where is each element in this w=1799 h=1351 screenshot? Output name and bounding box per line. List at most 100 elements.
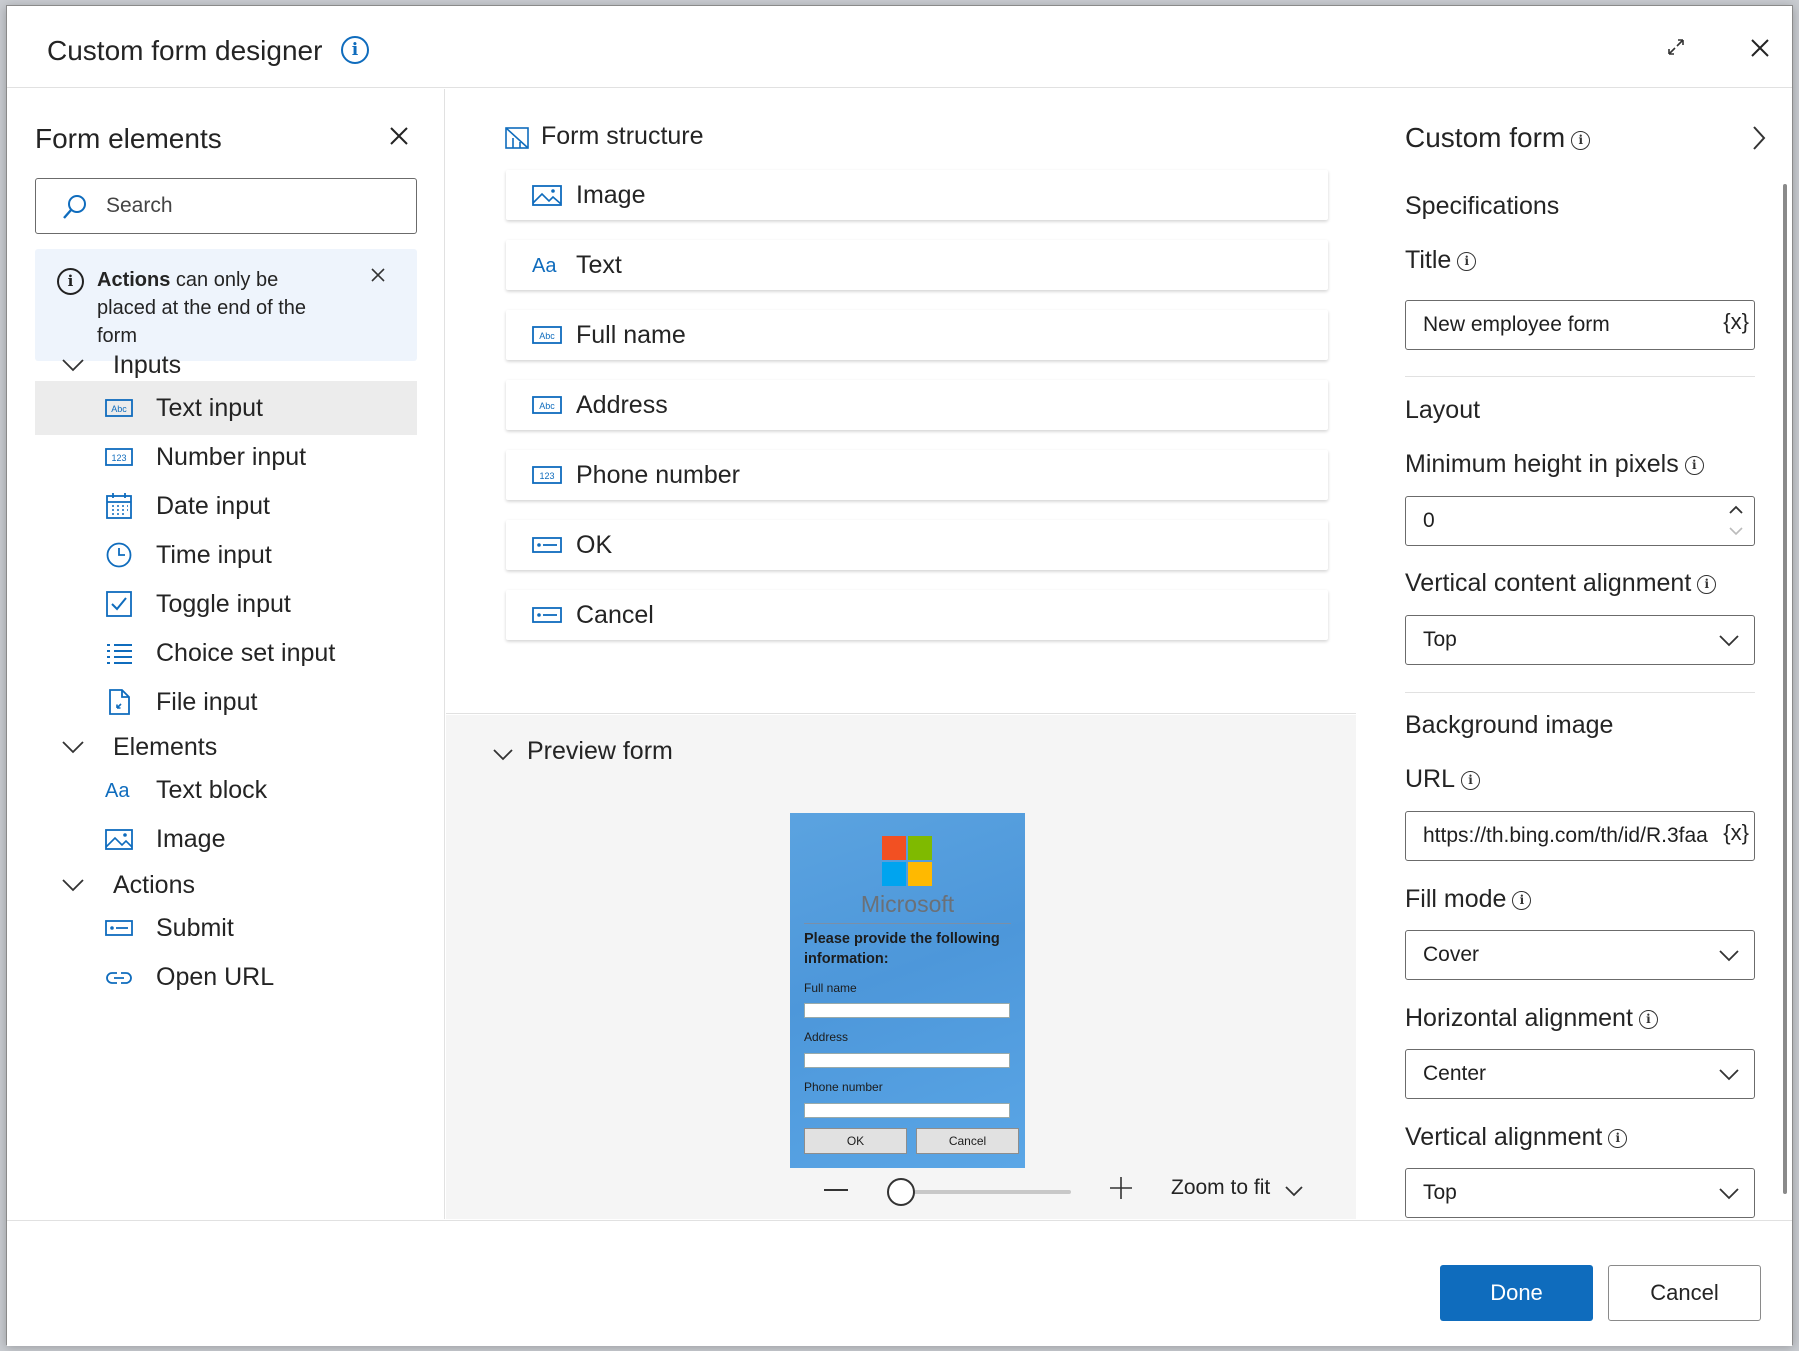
cancel-button[interactable]: Cancel [1608, 1265, 1761, 1321]
preview-label-address: Address [804, 1030, 849, 1044]
preview-label-full-name: Full name [804, 981, 857, 995]
dismiss-notice-icon[interactable] [367, 264, 389, 286]
info-icon[interactable]: i [1638, 1010, 1658, 1029]
structure-item-phone-number[interactable]: 123 Phone number [506, 450, 1328, 500]
element-label: Submit [156, 914, 234, 942]
form-preview: Microsoft Please provide the following i… [790, 813, 1025, 1168]
structure-item-label: Address [576, 391, 668, 419]
chevron-right-icon[interactable] [1749, 124, 1769, 152]
properties-scrollbar[interactable] [1783, 184, 1787, 1194]
expand-icon[interactable] [1662, 36, 1690, 64]
zoom-to-fit-dropdown[interactable]: Zoom to fit [1171, 1176, 1270, 1200]
spin-down-icon[interactable] [1728, 525, 1744, 537]
dialog-header: Custom form designer i [7, 6, 1792, 88]
element-choice-set-input[interactable]: Choice set input [35, 626, 417, 680]
custom-form-designer-dialog: Custom form designer i Form elements i A… [6, 5, 1793, 1346]
preview-heading: Please provide the following information… [804, 931, 1000, 967]
structure-item-cancel[interactable]: Cancel [506, 590, 1328, 640]
insert-variable-icon[interactable]: {x} [1721, 820, 1749, 846]
element-toggle-input[interactable]: Toggle input [35, 577, 417, 631]
element-submit[interactable]: Submit [35, 901, 417, 955]
vertical-alignment-dropdown[interactable]: Top [1405, 1168, 1755, 1218]
title-field[interactable]: New employee form {x} [1405, 300, 1755, 350]
search-box[interactable] [35, 178, 417, 234]
info-icon[interactable]: i [1461, 771, 1481, 790]
notice-text: Actions can only be placed at the end of… [97, 266, 327, 350]
vertical-content-value: Top [1423, 628, 1457, 651]
text-input-icon: Abc [532, 396, 562, 414]
chevron-down-icon[interactable] [1284, 1184, 1304, 1198]
preview-form-title: Preview form [527, 737, 673, 765]
url-value: https://th.bing.com/th/id/R.3faa [1423, 824, 1708, 847]
horizontal-alignment-value: Center [1423, 1062, 1487, 1085]
vertical-content-dropdown[interactable]: Top [1405, 615, 1755, 665]
element-text-input[interactable]: Abc Text input [35, 381, 417, 435]
chevron-down-icon [1719, 1069, 1739, 1081]
text-input-icon: Abc [105, 399, 133, 417]
element-number-input[interactable]: 123 Number input [35, 430, 417, 484]
fill-mode-value: Cover [1423, 943, 1480, 966]
info-icon[interactable]: i [1684, 456, 1704, 475]
structure-item-label: Cancel [576, 601, 654, 629]
min-height-field[interactable]: 0 [1405, 496, 1755, 546]
fill-mode-dropdown[interactable]: Cover [1405, 930, 1755, 980]
element-label: File input [156, 688, 258, 716]
structure-item-text[interactable]: Aa Text [506, 240, 1328, 290]
spin-up-icon[interactable] [1728, 504, 1744, 516]
form-structure-title: Form structure [541, 122, 704, 150]
element-image[interactable]: Image [35, 812, 417, 866]
group-label: Inputs [113, 351, 182, 379]
list-icon [107, 644, 132, 664]
dialog-title: Custom form designer [47, 35, 323, 66]
info-icon[interactable]: i [1571, 131, 1591, 150]
info-icon[interactable]: i [1608, 1129, 1628, 1148]
horizontal-alignment-dropdown[interactable]: Center [1405, 1049, 1755, 1099]
chevron-down-icon[interactable] [492, 746, 514, 764]
element-date-input[interactable]: Date input [35, 479, 417, 533]
text-icon: Aa [532, 255, 557, 277]
svg-text:Aa: Aa [532, 255, 557, 277]
structure-item-image[interactable]: Image [506, 170, 1328, 220]
info-icon[interactable]: i [1457, 252, 1477, 271]
zoom-out-button[interactable] [824, 1189, 848, 1191]
url-field[interactable]: https://th.bing.com/th/id/R.3faa {x} [1405, 811, 1755, 861]
zoom-in-button[interactable] [1108, 1175, 1134, 1201]
info-icon[interactable]: i [1512, 891, 1532, 910]
fill-mode-label-text: Fill mode [1405, 885, 1507, 913]
close-pane-icon[interactable] [384, 121, 414, 151]
structure-item-full-name[interactable]: Abc Full name [506, 310, 1328, 360]
info-icon[interactable]: i [341, 36, 369, 64]
insert-variable-icon[interactable]: {x} [1721, 309, 1749, 335]
element-file-input[interactable]: File input [35, 675, 417, 729]
element-label: Choice set input [156, 639, 336, 667]
divider [1405, 376, 1755, 377]
close-icon[interactable] [1742, 30, 1778, 66]
properties-title-text: Custom form [1405, 122, 1566, 153]
element-label: Text input [156, 394, 264, 422]
preview-cancel-button[interactable]: Cancel [916, 1128, 1019, 1154]
divider [1405, 692, 1755, 693]
search-icon [63, 195, 86, 219]
info-icon[interactable]: i [1697, 575, 1717, 594]
structure-item-label: OK [576, 531, 613, 559]
divider [804, 923, 1011, 924]
microsoft-logo [882, 836, 932, 886]
structure-item-address[interactable]: Abc Address [506, 380, 1328, 430]
element-label: Date input [156, 492, 270, 520]
done-button[interactable]: Done [1440, 1265, 1593, 1321]
preview-address-field[interactable] [804, 1053, 1010, 1068]
element-label: Text block [156, 776, 268, 804]
preview-full-name-field[interactable] [804, 1003, 1010, 1018]
search-input[interactable] [106, 191, 396, 221]
element-open-url[interactable]: Open URL [35, 950, 417, 1004]
structure-item-ok[interactable]: OK [506, 520, 1328, 570]
element-time-input[interactable]: Time input [35, 528, 417, 582]
element-text-block[interactable]: Aa Text block [35, 763, 417, 817]
horizontal-alignment-label: Horizontal alignment i [1405, 1004, 1658, 1033]
zoom-slider[interactable] [899, 1190, 1071, 1194]
brand-name: Microsoft [860, 891, 955, 917]
zoom-slider-thumb[interactable] [887, 1178, 915, 1206]
preview-ok-button[interactable]: OK [804, 1128, 907, 1154]
link-icon [106, 972, 132, 984]
preview-phone-field[interactable] [804, 1103, 1010, 1118]
